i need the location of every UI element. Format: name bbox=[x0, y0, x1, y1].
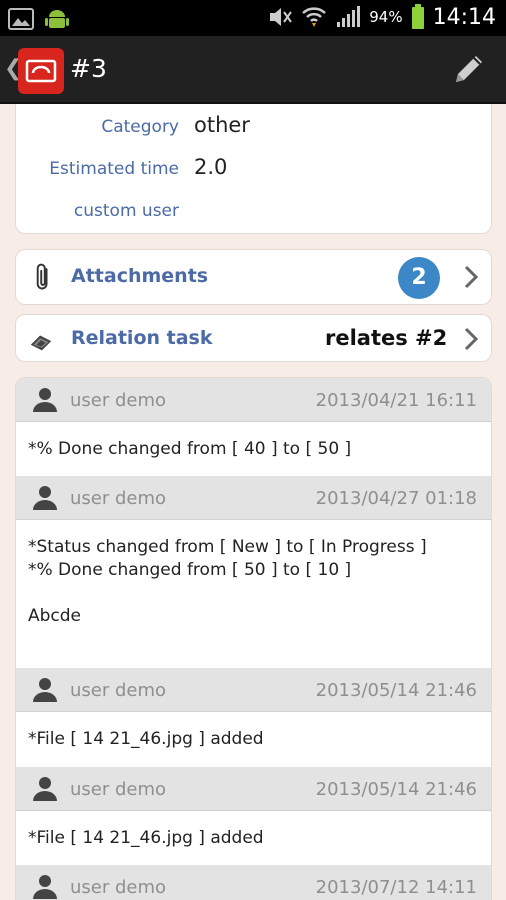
attachments-row[interactable]: Attachments 2 bbox=[15, 249, 492, 305]
journal-entry-body: *Status changed from [ New ] to [ In Pro… bbox=[16, 520, 491, 668]
journal-date: 2013/05/14 21:46 bbox=[315, 680, 477, 701]
journal-user: user demo bbox=[70, 680, 167, 701]
signal-icon bbox=[337, 6, 361, 27]
user-icon bbox=[33, 486, 57, 510]
chevron-right-icon bbox=[464, 265, 479, 289]
relation-task-label: Relation task bbox=[71, 327, 213, 349]
clock: 14:14 bbox=[432, 4, 496, 30]
user-icon bbox=[33, 875, 57, 899]
status-bar: 94% 14:14 bbox=[0, 0, 506, 36]
relation-icon bbox=[30, 335, 52, 351]
gallery-icon bbox=[8, 8, 34, 30]
journal-entry-body: *File [ 14 21_46.jpg ] added bbox=[16, 712, 491, 767]
chevron-right-icon bbox=[464, 327, 479, 351]
journal-entry-header: user demo 2013/07/12 14:11 bbox=[16, 865, 491, 900]
journal-text: *% Done changed from [ 50 ] to [ 10 ] bbox=[28, 560, 352, 580]
estimated-time-row: Estimated time 2.0 bbox=[16, 153, 491, 183]
journal-entry-body: *File [ 14 21_46.jpg ] added bbox=[16, 811, 491, 865]
category-label: Category bbox=[101, 117, 179, 137]
estimated-time-label: Estimated time bbox=[49, 159, 179, 179]
action-bar: ❮ #3 bbox=[0, 36, 506, 104]
category-value: other bbox=[194, 113, 250, 137]
journal-user: user demo bbox=[70, 779, 167, 800]
journal-text: *Status changed from [ New ] to [ In Pro… bbox=[28, 537, 427, 557]
journal-entry-header: user demo 2013/04/27 01:18 bbox=[16, 476, 491, 520]
journal-entry-header: user demo 2013/05/14 21:46 bbox=[16, 668, 491, 712]
app-logo-icon[interactable] bbox=[18, 48, 64, 94]
attachments-count-badge: 2 bbox=[398, 257, 440, 299]
issue-detail-content[interactable]: Category other Estimated time 2.0 custom… bbox=[0, 104, 506, 900]
journal-date: 2013/04/21 16:11 bbox=[315, 390, 477, 411]
journal-user: user demo bbox=[70, 390, 167, 411]
journal-text: Abcde bbox=[28, 606, 82, 626]
journal-list[interactable]: user demo 2013/04/21 16:11 *% Done chang… bbox=[15, 377, 492, 900]
relation-task-row[interactable]: Relation task relates #2 bbox=[15, 314, 492, 362]
custom-user-row: custom user bbox=[16, 195, 491, 225]
user-icon bbox=[33, 678, 57, 702]
journal-date: 2013/04/27 01:18 bbox=[315, 488, 477, 509]
user-icon bbox=[33, 388, 57, 412]
journal-text: *% Done changed from [ 40 ] to [ 50 ] bbox=[28, 439, 352, 459]
paperclip-icon bbox=[36, 263, 48, 290]
journal-entry-body: *% Done changed from [ 40 ] to [ 50 ] bbox=[16, 422, 491, 476]
journal-user: user demo bbox=[70, 877, 167, 898]
edit-button[interactable] bbox=[448, 48, 490, 90]
battery-icon bbox=[411, 4, 424, 29]
journal-date: 2013/05/14 21:46 bbox=[315, 779, 477, 800]
journal-user: user demo bbox=[70, 488, 167, 509]
page-title: #3 bbox=[70, 54, 107, 83]
attachments-label: Attachments bbox=[71, 265, 209, 287]
journal-date: 2013/07/12 14:11 bbox=[315, 877, 477, 898]
relation-task-value: relates #2 bbox=[325, 326, 448, 350]
custom-user-label: custom user bbox=[73, 201, 179, 221]
battery-percent: 94% bbox=[369, 8, 403, 26]
pencil-icon bbox=[456, 56, 482, 82]
mute-icon bbox=[270, 8, 293, 26]
category-row: Category other bbox=[16, 111, 491, 141]
estimated-time-value: 2.0 bbox=[194, 155, 228, 179]
android-icon bbox=[45, 10, 69, 28]
user-icon bbox=[33, 777, 57, 801]
journal-entry-header: user demo 2013/05/14 21:46 bbox=[16, 767, 491, 811]
issue-details-card: Category other Estimated time 2.0 custom… bbox=[15, 104, 492, 234]
journal-entry-header: user demo 2013/04/21 16:11 bbox=[16, 378, 491, 422]
wifi-icon bbox=[302, 7, 327, 27]
journal-text: *File [ 14 21_46.jpg ] added bbox=[28, 828, 264, 848]
journal-text: *File [ 14 21_46.jpg ] added bbox=[28, 729, 264, 749]
